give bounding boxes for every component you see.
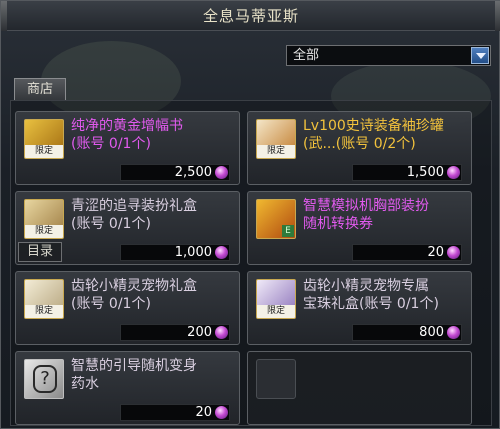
item-price: 1,000 [120,244,230,261]
shop-item-card[interactable]: ? 智慧的引导随机变身 药水 20 [15,351,240,425]
category-filter-value: 全部 [293,48,320,63]
shop-item-card[interactable]: 限定 齿轮小精灵宠物专属 宝珠礼盒(账号 0/1个) 800 [247,271,472,345]
golden-book-icon: 限定 [24,119,64,159]
e-badge-icon: E [282,225,294,237]
price-value: 1,000 [174,245,212,260]
item-price: 200 [120,324,230,341]
limited-badge: 限定 [25,225,63,238]
tab-shop[interactable]: 商店 [14,78,66,100]
shop-item-card[interactable]: E 智慧模拟机胸部装扮 随机转换券 20 [247,191,472,265]
limited-badge: 限定 [25,145,63,158]
empty-item-card [247,351,472,425]
shop-item-card[interactable]: 限定 纯净的黄金增幅书 (账号 0/1个) 2,500 [15,111,240,185]
shop-item-card[interactable]: 限定 Lv100史诗装备袖珍罐 (武...(账号 0/2个) 1,500 [247,111,472,185]
category-filter-select[interactable]: 全部 [286,45,491,66]
price-value: 20 [195,405,212,420]
price-value: 2,500 [174,165,212,180]
price-value: 20 [427,245,444,260]
shop-window: 全息马蒂亚斯 全部 商店 限定 纯净的黄金增幅书 (账号 0/1个) 2,500… [0,0,500,429]
item-name: Lv100史诗装备袖珍罐 (武...(账号 0/2个) [303,118,444,152]
orb-box-icon: 限定 [256,279,296,319]
item-price: 800 [352,324,462,341]
potion-icon: ? [24,359,64,399]
coin-icon [215,406,228,419]
coin-icon [447,246,460,259]
item-price: 1,500 [352,164,462,181]
coin-icon [215,246,228,259]
coin-icon [447,166,460,179]
limited-badge: 限定 [257,145,295,158]
price-value: 800 [419,325,444,340]
empty-slot [256,359,296,399]
item-price: 20 [352,244,462,261]
pet-box-icon: 限定 [24,279,64,319]
coin-icon [447,326,460,339]
price-value: 1,500 [406,165,444,180]
shop-item-card[interactable]: 限定 齿轮小精灵宠物礼盒 (账号 0/1个) 200 [15,271,240,345]
question-mark-icon: ? [33,365,57,393]
item-name: 青涩的追寻装扮礼盒 (账号 0/1个) [71,198,197,232]
item-name: 齿轮小精灵宠物礼盒 (账号 0/1个) [71,278,197,312]
item-name: 齿轮小精灵宠物专属 宝珠礼盒(账号 0/1个) [303,278,439,312]
window-title[interactable]: 全息马蒂亚斯 [1,1,500,31]
item-price: 2,500 [120,164,230,181]
item-name: 智慧模拟机胸部装扮 随机转换券 [303,198,429,232]
coin-icon [215,166,228,179]
item-name: 智慧的引导随机变身 药水 [71,358,197,392]
item-price: 20 [120,404,230,421]
ticket-icon: E [256,199,296,239]
chevron-down-icon[interactable] [471,47,489,64]
coin-icon [215,326,228,339]
gift-box-icon: 限定 [24,199,64,239]
epic-jar-icon: 限定 [256,119,296,159]
limited-badge: 限定 [257,305,295,318]
limited-badge: 限定 [25,305,63,318]
item-name: 纯净的黄金增幅书 (账号 0/1个) [71,118,183,152]
catalog-button[interactable]: 目录 [18,242,62,262]
price-value: 200 [187,325,212,340]
